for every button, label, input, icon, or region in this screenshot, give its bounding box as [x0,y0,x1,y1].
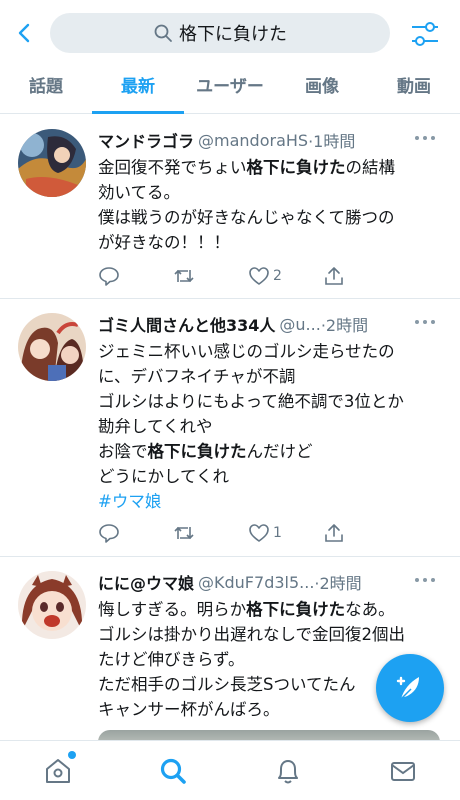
tweet[interactable]: マンドラゴラ @mandoraHS ·1時間 金回復不発でちょい格下に負けたの結… [0,115,460,299]
tweet-text: ジェミニ杯いい感じのゴルシ走らせたの に、デバフネイチャが不調 ゴルシはよりにも… [98,342,404,511]
reply-button[interactable] [98,262,173,290]
retweet-icon [174,526,194,540]
user-handle[interactable]: @KduF7d3l5... [198,573,314,592]
search-tabs: 話題 最新 ユーザー 画像 動画 [0,62,460,114]
search-icon [160,758,186,784]
reply-button[interactable] [98,519,173,547]
hashtag-link[interactable]: #ウマ娘 [98,492,161,511]
avatar[interactable] [18,129,86,197]
nav-notifications[interactable] [230,741,345,800]
display-name[interactable]: にに@ウマ娘 [98,570,194,594]
more-options-button[interactable] [410,127,440,149]
tab-latest[interactable]: 最新 [92,62,184,114]
avatar[interactable] [18,571,86,639]
search-icon [154,24,172,42]
tweet-text: 金回復不発でちょい格下に負けたの結構 効いてる。 僕は戦うのが好きなんじゃなくて… [98,158,395,252]
heart-icon [249,267,269,285]
user-handle[interactable]: @mandoraHS [198,131,308,150]
tweet-actions: 1 [98,519,398,547]
retweet-button[interactable] [173,519,248,547]
sliders-icon [412,22,438,46]
bottom-navigation [0,740,460,800]
retweet-icon [174,269,194,283]
display-name[interactable]: マンドラゴラ [98,128,194,152]
share-button[interactable] [323,519,398,547]
tab-users[interactable]: ユーザー [184,62,276,113]
nav-search[interactable] [115,741,230,800]
search-input[interactable]: 格下に負けた [50,13,390,53]
back-button[interactable] [8,16,42,50]
chevron-left-icon [18,23,30,43]
like-count: 1 [273,525,282,541]
tab-images[interactable]: 画像 [276,62,368,113]
share-icon [325,267,343,285]
tweet-body: ゴミ人間さんと他334人 @u... ·2時間 ジェミニ杯いい感じのゴルシ走らせ… [98,311,448,514]
display-name[interactable]: ゴミ人間さんと他334人 [98,312,275,336]
like-button[interactable]: 2 [248,262,323,290]
share-button[interactable] [323,262,398,290]
mail-icon [390,761,415,781]
tweet-header: ゴミ人間さんと他334人 @u... ·2時間 [98,311,448,337]
like-count: 2 [273,268,282,284]
avatar-image [18,571,86,639]
reply-icon [99,267,119,286]
share-icon [325,524,343,542]
compose-feather-icon [396,676,419,700]
avatar[interactable] [18,313,86,381]
tweet-header: マンドラゴラ @mandoraHS ·1時間 [98,127,448,153]
tweet-time: ·2時間 [314,574,362,593]
top-bar: 格下に負けた [0,0,460,62]
nav-home[interactable] [0,741,115,800]
like-button[interactable]: 1 [248,519,323,547]
avatar-image [18,129,86,197]
tweet-header: にに@ウマ娘 @KduF7d3l5... ·2時間 [98,569,448,595]
tweet[interactable]: にに@ウマ娘 @KduF7d3l5... ·2時間 悔しすぎる。明らか格下に負け… [0,557,460,747]
more-options-button[interactable] [410,311,440,333]
tweet-actions: 2 [98,262,398,290]
new-content-dot [68,751,76,759]
search-query: 格下に負けた [179,24,287,45]
compose-tweet-button[interactable] [376,654,444,722]
nav-messages[interactable] [345,741,460,800]
tweet-time: ·2時間 [320,316,369,335]
tab-topics[interactable]: 話題 [0,62,92,113]
heart-icon [249,524,269,542]
tweet-time: ·1時間 [308,132,356,151]
tweet[interactable]: ゴミ人間さんと他334人 @u... ·2時間 ジェミニ杯いい感じのゴルシ走らせ… [0,299,460,557]
user-handle[interactable]: @u... [279,315,320,334]
tab-videos[interactable]: 動画 [368,62,460,113]
tweet-body: マンドラゴラ @mandoraHS ·1時間 金回復不発でちょい格下に負けたの結… [98,127,448,255]
avatar-image [18,313,86,381]
reply-icon [99,524,119,543]
home-icon [45,758,70,783]
more-options-button[interactable] [410,569,440,591]
retweet-button[interactable] [173,262,248,290]
filter-button[interactable] [408,17,442,51]
bell-icon [277,759,298,783]
